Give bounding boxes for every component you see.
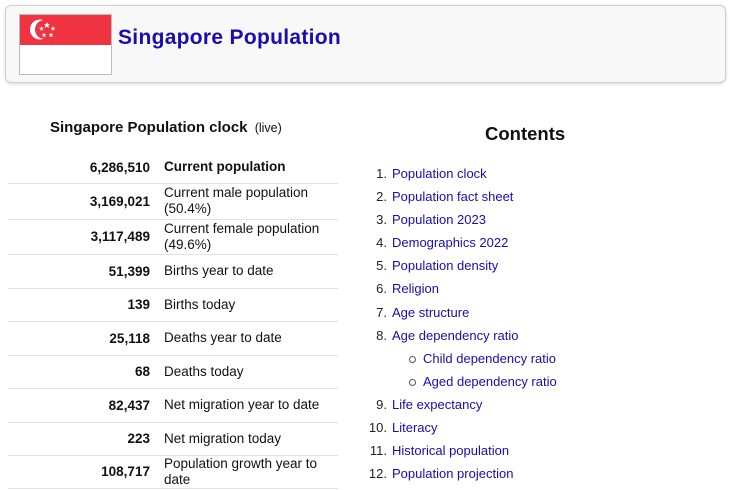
live-label: (live): [254, 121, 282, 135]
contents-link[interactable]: Religion: [392, 281, 439, 296]
contents-link[interactable]: Population 2023: [392, 212, 486, 227]
stat-label: Current population: [162, 152, 338, 184]
table-row: 139 Births today: [8, 288, 338, 322]
table-row: 108,717 Population growth year to date: [8, 455, 338, 489]
contents-item: 2. Population fact sheet: [376, 187, 557, 210]
contents-item: Aged dependency ratio: [392, 372, 557, 395]
population-clock-table: 6,286,510 Current population 3,169,021 Curr…: [8, 152, 338, 489]
contents-item: 6. Religion: [376, 279, 557, 302]
contents-link[interactable]: Historical population: [392, 443, 509, 458]
contents-link[interactable]: Population clock: [392, 166, 487, 181]
stat-label: Deaths year to date: [162, 321, 338, 356]
stat-label: Births today: [162, 288, 338, 322]
contents-title: Contents: [485, 123, 566, 144]
stat-value: 82,437: [8, 388, 163, 423]
contents-item-number: 4.: [376, 235, 387, 251]
contents-link[interactable]: Life expectancy: [392, 397, 482, 412]
page-title: Singapore Population: [118, 26, 342, 49]
contents-item: 11. Historical population: [370, 441, 557, 464]
table-row: 6,286,510 Current population: [8, 152, 338, 184]
stat-label: Births year to date: [162, 254, 338, 289]
stat-label: Net migration year to date: [162, 388, 338, 423]
stat-label: Deaths today: [162, 355, 338, 389]
singapore-flag-icon: [19, 14, 112, 75]
contents-item: Child dependency ratio: [392, 349, 557, 372]
stat-value: 3,117,489: [8, 219, 163, 255]
contents-item-number: 1.: [376, 166, 387, 181]
contents-item: 7. Age structure: [376, 303, 557, 326]
contents-item-number: 2.: [376, 189, 387, 205]
stat-value: 25,118: [8, 321, 163, 356]
stat-value: 139: [8, 288, 163, 322]
stat-label: Net migration today: [162, 422, 338, 456]
clock-title-text: Singapore Population clock: [50, 119, 248, 136]
contents-link[interactable]: Population fact sheet: [392, 189, 513, 204]
clock-title: Singapore Population clock (live): [50, 119, 282, 136]
stat-value: 108,717: [8, 455, 163, 489]
stat-value: 6,286,510: [8, 152, 163, 184]
contents-item-number: 10.: [368, 420, 387, 436]
stat-label: Current female population (49.6%): [162, 219, 338, 255]
contents-item: 5. Population density: [376, 256, 557, 279]
contents-link[interactable]: Age structure: [392, 305, 469, 320]
contents-item-number: 3.: [376, 212, 387, 228]
stat-label: Current male population (50.4%): [162, 183, 338, 220]
contents-item-number: 6.: [376, 281, 387, 297]
contents-item: 4. Demographics 2022: [376, 233, 557, 256]
contents-item-number: 7.: [376, 304, 387, 320]
contents-link[interactable]: Aged dependency ratio: [423, 374, 557, 389]
table-row: 223 Net migration today: [8, 422, 338, 456]
contents-item-number: 11.: [369, 443, 387, 459]
circle-bullet-icon: [409, 378, 416, 386]
contents-link[interactable]: Population projection: [392, 466, 513, 481]
contents-link[interactable]: Demographics 2022: [392, 235, 508, 250]
contents-item: 1. Population clock: [376, 164, 557, 187]
circle-bullet-icon: [409, 355, 416, 363]
stat-label: Population growth year to date: [162, 455, 338, 489]
contents-item-number: 5.: [376, 258, 387, 274]
contents-item-number: 8.: [376, 327, 387, 343]
table-row: 51,399 Births year to date: [8, 254, 338, 289]
contents-item: 3. Population 2023: [376, 210, 557, 233]
contents-link[interactable]: Literacy: [392, 420, 438, 435]
contents-link[interactable]: Population density: [392, 258, 498, 273]
table-row: 3,117,489 Current female population (49.6…: [8, 219, 338, 255]
stat-value: 223: [8, 422, 163, 456]
contents-list: 1. Population clock 2. Population fact shee…: [369, 164, 557, 487]
contents-item-number: 9.: [376, 396, 387, 412]
contents-item-number: 12.: [368, 466, 387, 482]
stat-value: 51,399: [8, 254, 163, 289]
table-row: 25,118 Deaths year to date: [8, 321, 338, 356]
stat-value: 3,169,021: [8, 183, 163, 220]
table-row: 68 Deaths today: [8, 355, 338, 389]
contents-item: 10. Literacy: [369, 418, 557, 441]
stat-value: 68: [8, 355, 163, 389]
contents-link[interactable]: Child dependency ratio: [423, 351, 556, 366]
contents-link[interactable]: Age dependency ratio: [392, 328, 518, 343]
contents-item: 8. Age dependency ratio: [376, 326, 557, 349]
table-row: 3,169,021 Current male population (50.4%): [8, 183, 338, 220]
header-card: Singapore Population: [5, 5, 726, 83]
contents-item: 9. Life expectancy: [376, 395, 557, 418]
table-row: 82,437 Net migration year to date: [8, 388, 338, 423]
contents-item: 12. Population projection: [369, 464, 557, 487]
